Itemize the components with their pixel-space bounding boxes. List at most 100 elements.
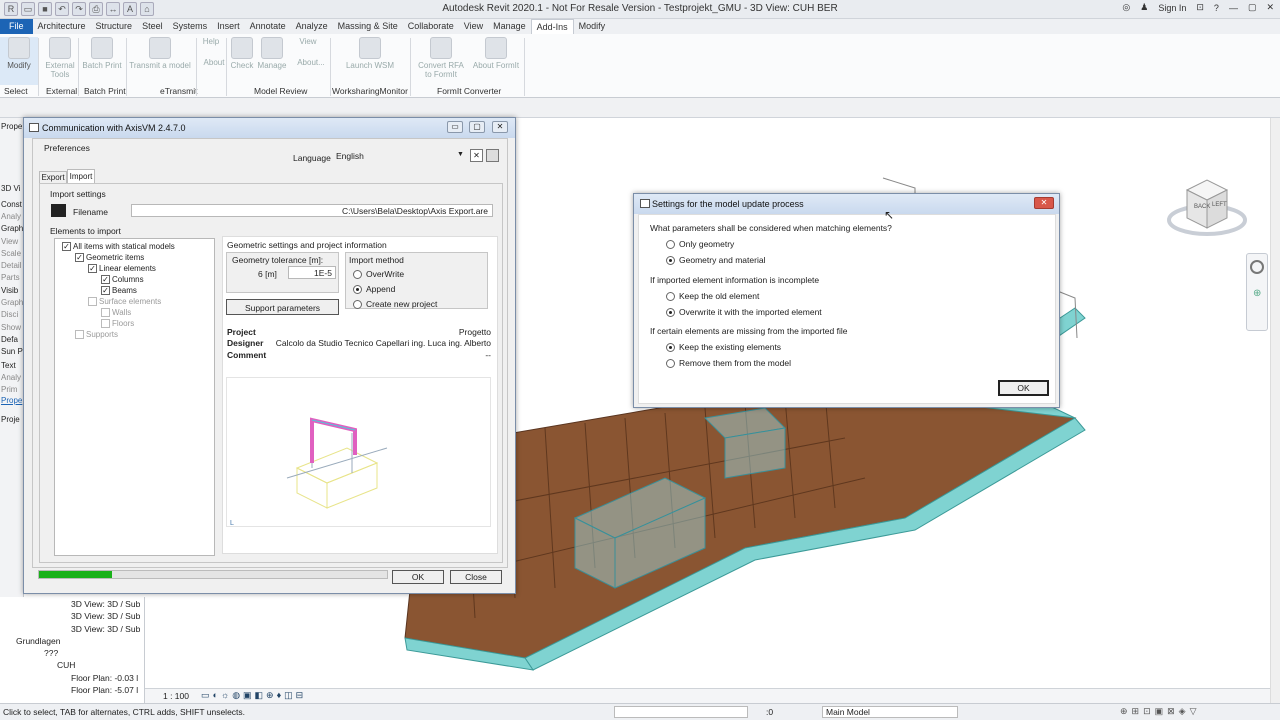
browser-item[interactable]: 3D View: 3D / Sub — [71, 624, 140, 634]
minimize-icon[interactable]: ▭ — [447, 121, 463, 133]
tree-item[interactable]: ✓ Linear elements — [88, 264, 156, 274]
about-formit-button[interactable]: About FormIt — [470, 37, 522, 70]
browser-item[interactable]: Floor Plan: -0.03 l — [71, 673, 138, 683]
tab-import[interactable]: Import — [67, 169, 95, 184]
browser-item[interactable]: ??? — [44, 648, 58, 658]
tree-item[interactable]: ✓ All items with statical models — [62, 242, 175, 252]
zoom-icon[interactable]: ⊕ — [1253, 288, 1261, 299]
design-option-select[interactable]: Main Model — [822, 706, 958, 718]
radio-icon[interactable] — [666, 240, 675, 250]
flag-icon[interactable]: ✕ — [470, 149, 483, 162]
type-label[interactable]: 3D Vi — [1, 184, 20, 193]
viewcube-left-face[interactable]: LEFT — [1212, 202, 1227, 208]
tree-item[interactable]: ✓ Columns — [101, 275, 144, 285]
ok-button[interactable]: OK — [392, 570, 444, 584]
tab-annotate[interactable]: Annotate — [245, 19, 291, 34]
settings-ok-button[interactable]: OK — [998, 380, 1049, 396]
tab-analyze[interactable]: Analyze — [291, 19, 333, 34]
radio-geometry-material[interactable]: Geometry and material — [666, 255, 765, 266]
radio-icon[interactable] — [666, 308, 675, 318]
radio-icon[interactable] — [666, 359, 675, 369]
tab-collaborate[interactable]: Collaborate — [403, 19, 459, 34]
view-control-icons[interactable]: ▭◐☼◍▣◧⊕♦◫⊟ — [201, 690, 306, 701]
modify-button[interactable]: Modify — [0, 37, 38, 85]
tab-insert[interactable]: Insert — [212, 19, 245, 34]
radio-keep-old[interactable]: Keep the old element — [666, 291, 759, 302]
browser-item[interactable]: CUH — [57, 660, 75, 670]
folder-icon[interactable] — [51, 204, 66, 217]
manage-button[interactable]: Manage — [255, 37, 289, 70]
tab-view[interactable]: View — [459, 19, 488, 34]
checkbox[interactable]: ✓ — [75, 253, 84, 263]
browser-item[interactable]: Floor Plan: -5.07 l — [71, 685, 138, 695]
language-select[interactable]: English — [333, 150, 463, 163]
launch-wsm-button[interactable]: Launch WSM — [343, 37, 397, 70]
close-icon[interactable]: ✕ — [492, 121, 508, 133]
convert-rfa-button[interactable]: Convert RFA to FormIt — [416, 37, 466, 79]
tolerance-field[interactable]: 1E-5 — [288, 266, 336, 279]
viewcube[interactable]: BACK LEFT — [1167, 178, 1247, 238]
tab-file[interactable]: File — [0, 19, 33, 34]
close-icon[interactable]: ✕ — [1266, 2, 1274, 13]
checkbox[interactable] — [88, 297, 97, 307]
checkbox[interactable] — [101, 308, 110, 318]
radio-icon[interactable] — [666, 292, 675, 302]
help-button[interactable]: Help — [196, 37, 226, 46]
browser-item[interactable]: 3D View: 3D / Sub — [71, 611, 140, 621]
radio-icon[interactable] — [353, 300, 362, 310]
checkbox[interactable]: ✓ — [88, 264, 97, 274]
radio-overwrite[interactable]: OverWrite — [353, 269, 404, 280]
radio-icon[interactable] — [353, 270, 362, 280]
radio-icon[interactable] — [666, 343, 675, 353]
checkbox[interactable]: ✓ — [101, 286, 110, 296]
close-icon[interactable]: ✕ — [1034, 197, 1054, 209]
checkbox[interactable] — [75, 330, 84, 340]
properties-help-link[interactable]: Prope — [1, 396, 22, 405]
tab-modify[interactable]: Modify — [574, 19, 611, 34]
checkbox[interactable]: ✓ — [101, 275, 110, 285]
view-button[interactable]: View — [293, 37, 323, 46]
sign-in-link[interactable]: Sign In — [1158, 3, 1186, 13]
vertical-scrollbar[interactable] — [1270, 118, 1280, 703]
viewcube-back-face[interactable]: BACK — [1194, 204, 1210, 210]
binoculars-icon[interactable]: ◎ — [1122, 2, 1130, 13]
tab-add-ins[interactable]: Add-Ins — [530, 19, 574, 34]
steering-wheel-icon[interactable] — [1250, 260, 1264, 274]
check-button[interactable]: Check — [229, 37, 255, 70]
close-button[interactable]: Close — [450, 570, 502, 584]
chevron-down-icon[interactable]: ▼ — [457, 151, 464, 158]
radio-icon[interactable] — [353, 285, 362, 295]
tree-item[interactable]: Walls — [101, 308, 131, 318]
tab-systems[interactable]: Systems — [168, 19, 213, 34]
tab-manage[interactable]: Manage — [488, 19, 531, 34]
maximize-icon[interactable]: ▢ — [1248, 2, 1257, 13]
support-parameters-button[interactable]: Support parameters — [226, 299, 339, 315]
view-scale[interactable]: 1 : 100 — [163, 691, 189, 701]
radio-keep-existing[interactable]: Keep the existing elements — [666, 342, 781, 353]
browser-item[interactable]: 3D View: 3D / Sub — [71, 599, 140, 609]
radio-append[interactable]: Append — [353, 284, 395, 295]
transmit-model-button[interactable]: Transmit a model — [128, 37, 192, 70]
radio-remove-them[interactable]: Remove them from the model — [666, 358, 791, 369]
radio-only-geometry[interactable]: Only geometry — [666, 239, 734, 250]
batch-print-button[interactable]: Batch Print — [80, 37, 124, 70]
minimize-icon[interactable]: — — [1229, 3, 1238, 13]
tree-item[interactable]: ✓ Beams — [101, 286, 137, 296]
about-model-review-button[interactable]: About... — [293, 58, 329, 67]
checkbox[interactable] — [101, 319, 110, 329]
settings-icon[interactable] — [486, 149, 499, 162]
workset-select[interactable] — [614, 706, 748, 718]
radio-overwrite-imported[interactable]: Overwrite it with the imported element — [666, 307, 822, 318]
checkbox[interactable]: ✓ — [62, 242, 71, 252]
browser-item[interactable]: Grundlagen — [16, 636, 60, 646]
cart-icon[interactable]: ⊡ — [1196, 2, 1204, 13]
tree-item[interactable]: ✓ Geometric items — [75, 253, 144, 263]
external-tools-button[interactable]: External Tools — [38, 37, 82, 79]
maximize-icon[interactable]: ▢ — [469, 121, 485, 133]
help-icon[interactable]: ? — [1214, 3, 1219, 13]
tab-structure[interactable]: Structure — [91, 19, 138, 34]
selection-filter-icons[interactable]: ⊕⊞⊡▣⊠◈▽ — [1120, 706, 1201, 717]
about-button[interactable]: About — [199, 58, 229, 67]
tab-steel[interactable]: Steel — [137, 19, 168, 34]
user-icon[interactable]: ♟ — [1140, 2, 1148, 13]
